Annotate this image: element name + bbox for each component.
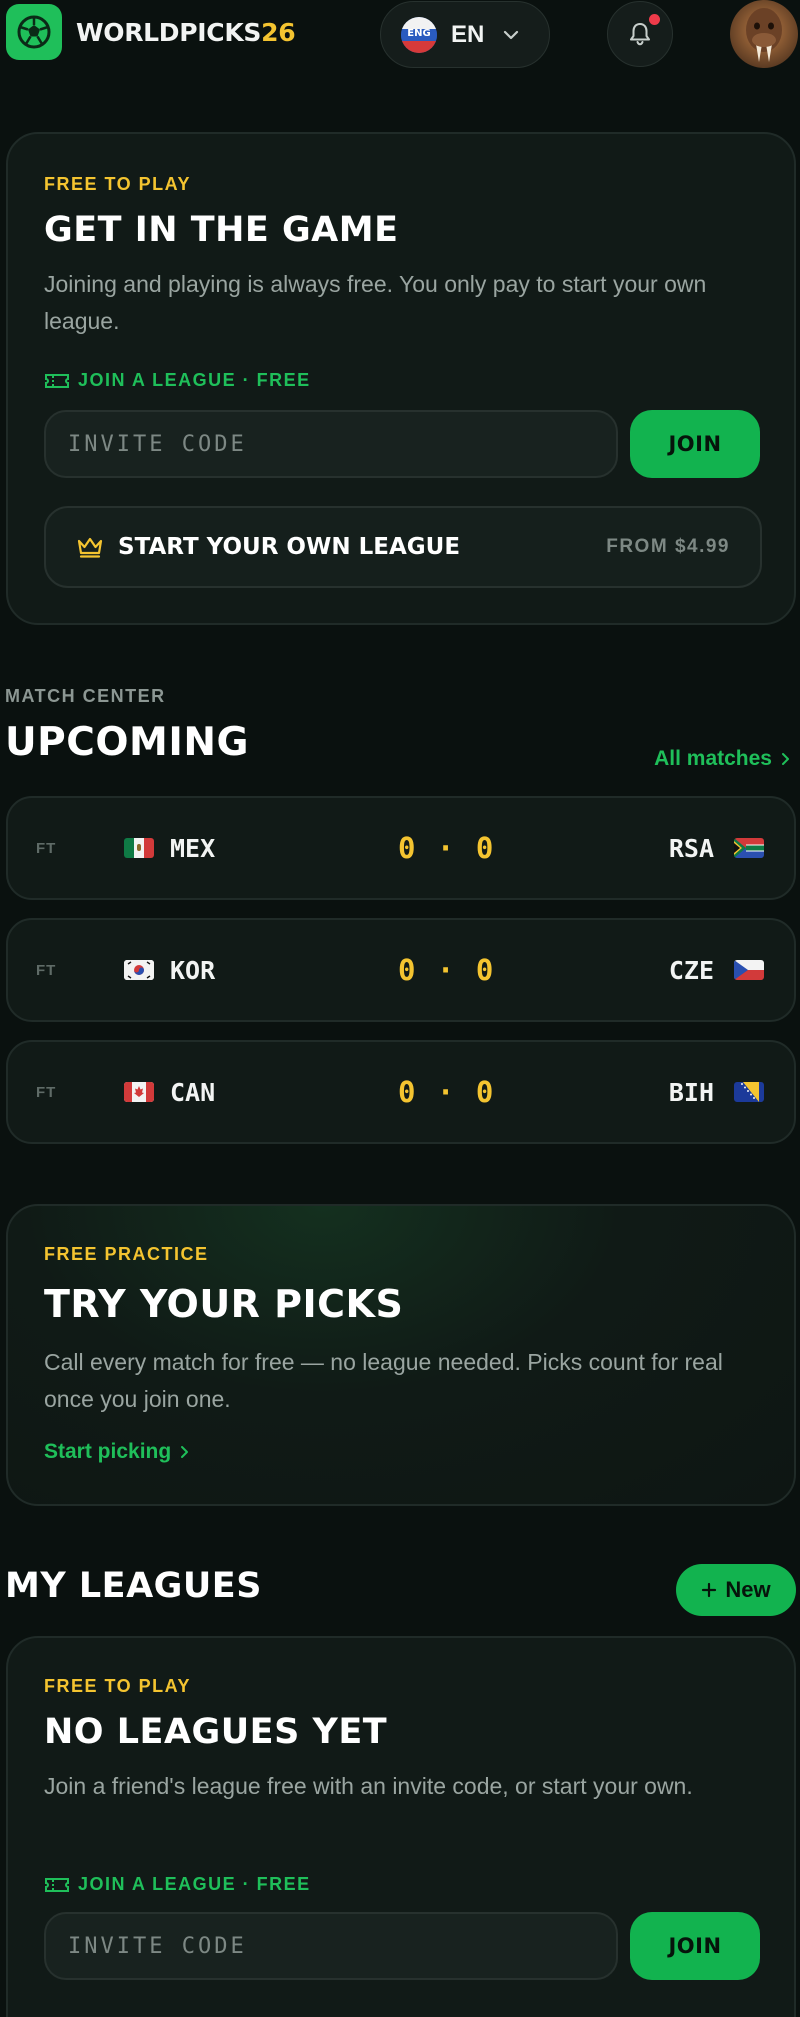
card-title: GET IN THE GAME [44, 210, 399, 250]
match-status: FT [36, 962, 57, 979]
notifications-button[interactable] [607, 1, 673, 67]
flag-bih-icon [734, 1082, 764, 1102]
card-description: Call every match for free — no league ne… [44, 1349, 723, 1412]
avatar[interactable] [730, 0, 798, 68]
new-league-button[interactable]: New [676, 1564, 796, 1616]
card-title: NO LEAGUES YET [44, 1712, 388, 1752]
join-button[interactable]: JOIN [630, 410, 760, 478]
card-eyebrow: FREE TO PLAY [44, 1676, 192, 1696]
match-status: FT [36, 1084, 57, 1101]
match-status: FT [36, 840, 57, 857]
match-score: 0 · 0 [398, 1075, 496, 1109]
flag-kor-icon [124, 960, 154, 980]
logo-ball-icon[interactable] [6, 4, 62, 60]
language-flag-icon: ENG [401, 16, 437, 53]
card-eyebrow: FREE TO PLAY [44, 174, 192, 194]
invite-code-input[interactable]: INVITE CODE [44, 410, 618, 478]
join-league-label: JOIN A LEAGUE · FREE [44, 370, 311, 391]
upcoming-title: UPCOMING [5, 720, 249, 765]
ticket-icon [45, 1877, 69, 1892]
notification-dot [649, 14, 660, 25]
match-row[interactable]: FT MEX 0 · 0 RSA [6, 796, 796, 900]
chevron-right-icon [782, 753, 789, 765]
crown-icon [77, 537, 103, 558]
language-label: EN [451, 20, 485, 48]
practice-card: FREE PRACTICE TRY YOUR PICKS Call every … [6, 1204, 796, 1506]
home-team-code: MEX [170, 834, 216, 863]
my-leagues-title: MY LEAGUES [5, 1566, 262, 1606]
home-team-code: CAN [170, 1078, 216, 1107]
ticket-icon [45, 373, 69, 388]
language-selector[interactable]: ENG EN [380, 1, 550, 68]
match-score: 0 · 0 [398, 831, 496, 865]
join-league-card: FREE TO PLAY GET IN THE GAME Joining and… [6, 132, 796, 625]
join-league-label: JOIN A LEAGUE · FREE [44, 1874, 311, 1895]
flag-can-icon [124, 1082, 154, 1102]
match-score: 0 · 0 [398, 953, 496, 987]
join-button[interactable]: JOIN [630, 1912, 760, 1980]
flag-mex-icon [124, 838, 154, 858]
invite-code-input[interactable]: INVITE CODE [44, 1912, 618, 1980]
card-description: Joining and playing is always free. You … [44, 271, 707, 334]
chevron-right-icon [181, 1446, 189, 1458]
flag-cze-icon [734, 960, 764, 980]
match-center-eyebrow: MATCH CENTER [5, 686, 166, 706]
card-description: Join a friend's league free with an invi… [44, 1773, 693, 1799]
start-league-price: FROM $4.99 [606, 536, 730, 557]
match-row[interactable]: FT KOR 0 · 0 CZE [6, 918, 796, 1022]
start-league-label: START YOUR OWN LEAGUE [118, 534, 461, 560]
no-leagues-card: FREE TO PLAY NO LEAGUES YET Join a frien… [6, 1636, 796, 2017]
start-picking-link[interactable]: Start picking [44, 1440, 189, 1464]
flag-rsa-icon [734, 838, 764, 858]
top-bar: WORLDPICKS26 ENG EN [0, 0, 800, 68]
all-matches-link[interactable]: All matches [654, 747, 790, 771]
plus-icon [702, 1582, 717, 1598]
match-row[interactable]: FT CAN 0 · 0 BIH [6, 1040, 796, 1144]
away-team-code: RSA [668, 834, 714, 863]
card-eyebrow: FREE PRACTICE [44, 1244, 209, 1264]
away-team-code: BIH [668, 1078, 714, 1107]
bell-icon [630, 23, 650, 46]
brand-name[interactable]: WORLDPICKS26 [76, 18, 296, 47]
home-team-code: KOR [170, 956, 216, 985]
away-team-code: CZE [668, 956, 714, 985]
chevron-down-icon [504, 30, 519, 39]
start-league-button[interactable]: START YOUR OWN LEAGUE FROM $4.99 [44, 506, 762, 588]
card-title: TRY YOUR PICKS [44, 1282, 404, 1326]
